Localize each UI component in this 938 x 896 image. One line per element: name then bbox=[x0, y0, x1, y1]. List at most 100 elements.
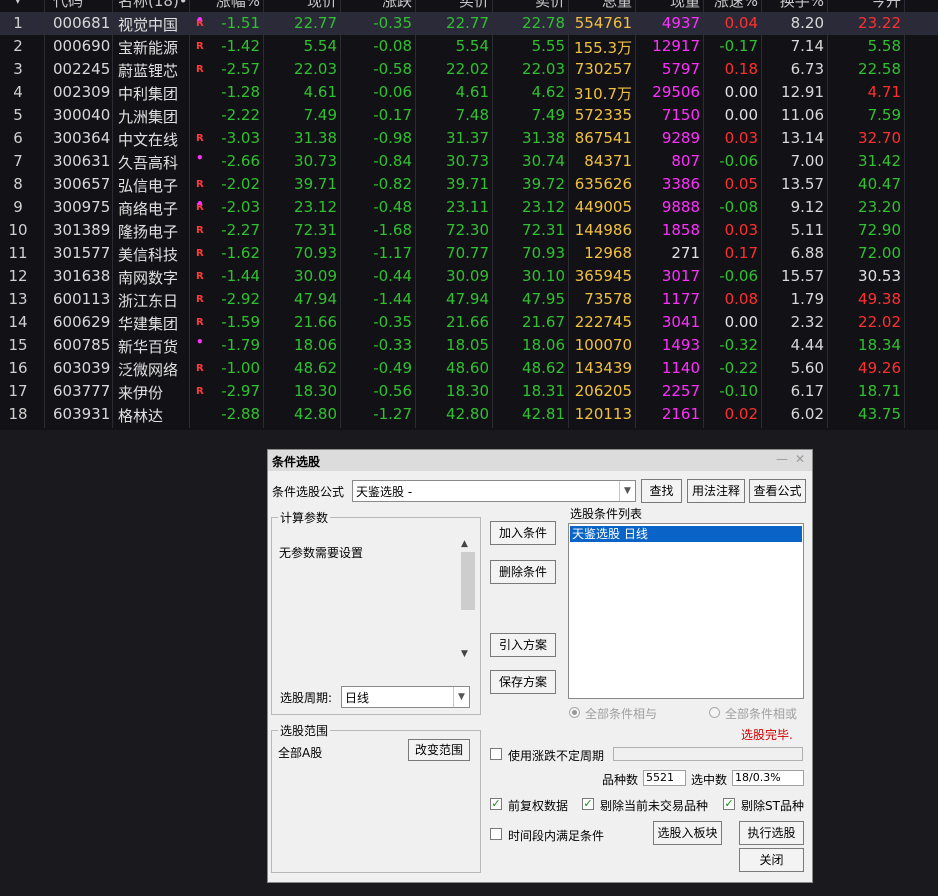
last-price-cell: 30.73 bbox=[294, 152, 337, 170]
col-header-change[interactable]: 涨跌 bbox=[382, 0, 412, 11]
usage-notes-button[interactable]: 用法注释 bbox=[687, 479, 745, 503]
scroll-up-icon[interactable]: ▲ bbox=[461, 539, 468, 549]
sell-price-cell: 7.49 bbox=[531, 106, 565, 124]
list-item[interactable]: 天鉴选股 日线 bbox=[570, 526, 802, 542]
exclude-untraded-label: 剔除当前未交易品种 bbox=[600, 799, 709, 813]
params-scrollbar[interactable]: ▲ ▼ bbox=[459, 536, 476, 664]
col-header-change-pct[interactable]: 涨幅% bbox=[216, 0, 260, 11]
col-header-sell[interactable]: 卖价 bbox=[535, 0, 565, 11]
change-pct-cell: -2.02 bbox=[221, 175, 260, 193]
sell-price-cell: 30.74 bbox=[522, 152, 565, 170]
chevron-down-icon[interactable]: ▼ bbox=[619, 481, 635, 501]
change-pct-cell: -2.88 bbox=[221, 405, 260, 423]
period-combo[interactable]: 日线 ▼ bbox=[341, 686, 470, 708]
col-header-open[interactable]: 今开 bbox=[871, 0, 901, 11]
sell-price-cell: 42.81 bbox=[522, 405, 565, 423]
change-range-button[interactable]: 改变范围 bbox=[408, 739, 470, 761]
scroll-thumb[interactable] bbox=[461, 552, 475, 610]
sell-price-cell: 18.06 bbox=[522, 336, 565, 354]
table-row[interactable]: 3 002245 蔚蓝锂芯 R -2.57 22.03 -0.58 22.02 22.03 730… bbox=[0, 58, 938, 81]
col-header-name[interactable]: 名称(18)• bbox=[118, 0, 188, 11]
import-scheme-button[interactable]: 引入方案 bbox=[490, 633, 556, 657]
scroll-down-icon[interactable]: ▼ bbox=[461, 649, 468, 659]
open-price-cell: 18.71 bbox=[858, 382, 901, 400]
dialog-title-bar[interactable]: 条件选股 — ✕ bbox=[268, 450, 812, 471]
volume-cell: 144986 bbox=[574, 221, 632, 239]
table-row[interactable]: 10 301389 隆扬电子 R -2.27 72.31 -1.68 72.30 72.31 14… bbox=[0, 219, 938, 242]
col-header-cur-volume[interactable]: 现量 bbox=[670, 0, 700, 11]
open-price-cell: 22.02 bbox=[858, 313, 901, 331]
selected-label: 选中数 bbox=[691, 773, 728, 787]
formula-combo[interactable]: 天鉴选股 - ▼ bbox=[352, 480, 636, 502]
exclude-untraded-checkbox[interactable]: ✓ bbox=[582, 798, 594, 810]
table-row[interactable]: 2 000690 宝新能源 R -1.42 5.54 -0.08 5.54 5.55 155.3万… bbox=[0, 35, 938, 58]
speed-cell: 0.04 bbox=[724, 14, 758, 32]
table-row[interactable]: 1 000681 视觉中国 R • -1.51 22.77 -0.35 22.77 22.78 55… bbox=[0, 12, 938, 35]
params-group-label: 计算参数 bbox=[278, 509, 331, 526]
table-row[interactable]: 5 300040 九洲集团 -2.22 7.49 -0.17 7.48 7.49 572335 7… bbox=[0, 104, 938, 127]
view-formula-button[interactable]: 查看公式 bbox=[749, 479, 806, 503]
table-row[interactable]: 13 600113 浙江东日 R -2.92 47.94 -1.44 47.94 47.95 73… bbox=[0, 288, 938, 311]
variable-period-checkbox[interactable] bbox=[490, 748, 502, 760]
run-selection-button[interactable]: 执行选股 bbox=[739, 821, 804, 845]
add-condition-button[interactable]: 加入条件 bbox=[490, 521, 556, 545]
volume-cell: 73578 bbox=[584, 290, 632, 308]
rating-mark: R bbox=[196, 271, 204, 282]
col-header-buy[interactable]: 买价 bbox=[459, 0, 489, 11]
speed-cell: -0.17 bbox=[719, 37, 758, 55]
table-row[interactable]: 8 300657 弘信电子 R -2.02 39.71 -0.82 39.71 39.72 635… bbox=[0, 173, 938, 196]
add-to-block-button[interactable]: 选股入板块 bbox=[653, 821, 722, 845]
save-scheme-button[interactable]: 保存方案 bbox=[490, 670, 556, 694]
radio-all-or[interactable] bbox=[709, 707, 720, 718]
table-row[interactable]: 12 301638 南网数字 R -1.44 30.09 -0.44 30.09 30.10 36… bbox=[0, 265, 938, 288]
table-row[interactable]: 18 603931 格林达 -2.88 42.80 -1.27 42.80 42.81 1201… bbox=[0, 403, 938, 426]
table-row[interactable]: 4 002309 中利集团 -1.28 4.61 -0.06 4.61 4.62 310.7万 2… bbox=[0, 81, 938, 104]
stock-code: 000690 bbox=[53, 37, 111, 55]
sort-chevron-icon[interactable]: ▾ bbox=[14, 0, 22, 8]
volume-cell: 84371 bbox=[584, 152, 632, 170]
rating-mark: R bbox=[196, 363, 204, 374]
radio-all-and[interactable] bbox=[569, 707, 580, 718]
find-button[interactable]: 查找 bbox=[641, 479, 682, 503]
table-row[interactable]: 11 301577 美信科技 R -1.62 70.93 -1.17 70.77 70.93 12… bbox=[0, 242, 938, 265]
table-row[interactable]: 15 600785 新华百货 • -1.79 18.06 -0.33 18.05 18.06 10… bbox=[0, 334, 938, 357]
chevron-down-icon[interactable]: ▼ bbox=[453, 687, 469, 707]
stock-name: 中文在线 bbox=[118, 131, 179, 149]
stock-code: 300631 bbox=[53, 152, 111, 170]
table-row[interactable]: 14 600629 华建集团 R -1.59 21.66 -0.35 21.66 21.67 22… bbox=[0, 311, 938, 334]
turnover-cell: 13.14 bbox=[781, 129, 824, 147]
rating-mark: R bbox=[196, 179, 204, 190]
close-icon[interactable]: ✕ bbox=[795, 452, 805, 466]
exclude-st-checkbox[interactable]: ✓ bbox=[723, 798, 735, 810]
turnover-cell: 8.20 bbox=[790, 14, 824, 32]
volume-cell: 730257 bbox=[574, 60, 632, 78]
time-range-checkbox[interactable] bbox=[490, 828, 502, 840]
adjust-data-checkbox[interactable]: ✓ bbox=[490, 798, 502, 810]
col-header-volume[interactable]: 总量 bbox=[602, 0, 632, 11]
stock-code: 600629 bbox=[53, 313, 111, 331]
table-row[interactable]: 9 300975 商络电子 R • -2.03 23.12 -0.48 23.11 23.12 44… bbox=[0, 196, 938, 219]
table-row[interactable]: 7 300631 久吾高科 • -2.66 30.73 -0.84 30.73 30.74 843… bbox=[0, 150, 938, 173]
close-button[interactable]: 关闭 bbox=[739, 848, 804, 872]
change-cell: -0.35 bbox=[373, 14, 412, 32]
volume-cell: 222745 bbox=[574, 313, 632, 331]
last-price-cell: 31.38 bbox=[294, 129, 337, 147]
table-row[interactable]: 6 300364 中文在线 R -3.03 31.38 -0.98 31.37 31.38 867… bbox=[0, 127, 938, 150]
delete-condition-button[interactable]: 删除条件 bbox=[490, 560, 556, 584]
table-row[interactable]: 17 603777 来伊份 R -2.97 18.30 -0.56 18.30 18.31 206… bbox=[0, 380, 938, 403]
col-header-code[interactable]: 代码 bbox=[53, 0, 83, 11]
minimize-icon[interactable]: — bbox=[776, 452, 788, 466]
open-price-cell: 22.58 bbox=[858, 60, 901, 78]
stock-name: 格林达 bbox=[118, 407, 164, 425]
cur-volume-cell: 1177 bbox=[661, 290, 700, 308]
change-pct-cell: -2.03 bbox=[221, 198, 260, 216]
col-header-turnover[interactable]: 换手% bbox=[780, 0, 824, 11]
table-row[interactable]: 16 603039 泛微网络 R -1.00 48.62 -0.49 48.60 48.62 14… bbox=[0, 357, 938, 380]
change-cell: -0.56 bbox=[373, 382, 412, 400]
stock-name: 隆扬电子 bbox=[118, 223, 179, 241]
params-group: 计算参数 无参数需要设置 ▲ ▼ 选股周期: 日线 ▼ bbox=[271, 509, 481, 715]
buy-price-cell: 30.73 bbox=[446, 152, 489, 170]
col-header-speed[interactable]: 涨速% bbox=[714, 0, 758, 11]
condition-list[interactable]: 天鉴选股 日线 bbox=[568, 523, 804, 699]
col-header-last[interactable]: 现价 bbox=[307, 0, 337, 11]
